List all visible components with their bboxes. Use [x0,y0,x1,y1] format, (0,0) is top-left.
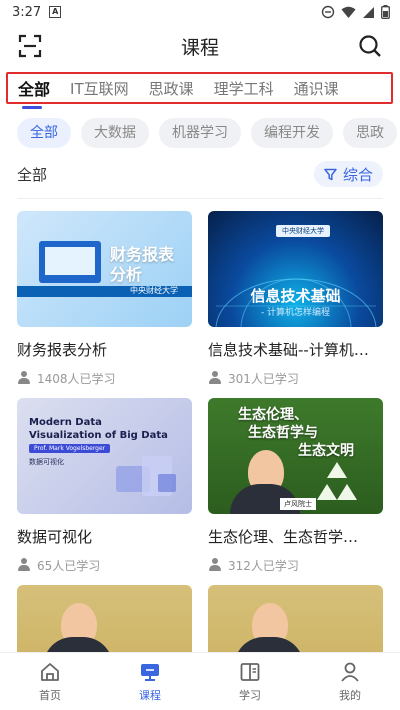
thumbnail-title: 财务报表 分析 [109,245,174,284]
nav-home[interactable]: 首页 [0,653,100,710]
category-tabs-area: 全部 IT互联网 思政课 理学工科 通识课 [0,72,400,109]
page-title: 课程 [180,36,219,59]
person-icon [17,558,31,572]
course-title: 生态伦理、生态哲学… [208,528,359,546]
chip-big-data[interactable]: 大数据 [81,118,149,148]
wifi-icon [341,6,356,18]
tab-science-engineering[interactable]: 理学工科 [204,78,284,99]
thumbnail-title: Modern Data Visualization of Big Data [29,417,168,441]
data-cubes-illustration [116,456,176,496]
subcategory-chips: 全部 大数据 机器学习 编程开发 思政 [0,106,400,148]
course-thumbnail: Modern Data Visualization of Big Data Pr… [17,398,192,514]
recycle-icon [317,462,357,500]
signal-icon [363,6,374,18]
course-icon [141,663,159,681]
nav-study-label: 学习 [239,688,261,702]
course-thumbnail [208,585,383,652]
lecturer-suit [43,637,113,652]
thumbnail-subtitle: 数据可视化 [29,458,64,466]
battery-icon [381,5,390,19]
thumbnail-lecturer-tag: 卢风院士 [280,498,316,510]
thumbnail-title: 信息技术基础 [250,287,341,305]
person-icon [17,371,31,385]
category-tabs: 全部 IT互联网 思政课 理学工科 通识课 [6,72,393,104]
learner-count: 301人已学习 [208,368,383,388]
bottom-nav: 首页 课程 学习 我的 [0,652,400,710]
chip-ideology[interactable]: 思政 [343,118,397,148]
lecturer-suit [234,637,304,652]
chip-all[interactable]: 全部 [17,118,71,148]
thumbnail-author: Prof. Mark Vogelsberger [29,444,111,453]
nav-course-label: 课程 [139,688,161,702]
course-card[interactable] [208,585,383,652]
course-thumbnail: 财务报表 分析 中央财经大学 [17,211,192,327]
header-bar: 课程 [0,24,400,68]
course-title: 财务报表分析 [17,341,108,359]
course-grid: 财务报表 分析 中央财经大学 财务报表分析 1408人已学习 中央财经大学 信息… [0,199,400,652]
chip-programming[interactable]: 编程开发 [251,118,333,148]
monitor-illustration [39,241,101,283]
thumbnail-subtitle: - 计算机怎样编程 [260,308,331,318]
course-thumbnail: 中央财经大学 信息技术基础 - 计算机怎样编程 [208,211,383,327]
course-card[interactable] [17,585,192,652]
learner-count: 312人已学习 [208,555,383,575]
nav-me[interactable]: 我的 [300,653,400,710]
main-content: 3:27 A 课程 全部 IT互联网 思政课 理学工科 通识课 全部 大数据 机… [0,0,400,652]
course-card[interactable]: Modern Data Visualization of Big Data Pr… [17,398,192,575]
nav-me-label: 我的 [339,688,361,702]
book-icon [240,662,260,681]
person-icon [208,558,222,572]
thumbnail-university: 中央财经大学 [276,225,330,237]
scan-icon[interactable] [18,34,42,58]
tab-all[interactable]: 全部 [8,76,60,100]
learner-count: 65人已学习 [17,555,192,575]
course-card[interactable]: 财务报表 分析 中央财经大学 财务报表分析 1408人已学习 [17,211,192,388]
dnd-icon [321,5,335,19]
active-tab-indicator [22,106,42,109]
status-time: 3:27 [12,4,42,20]
person-icon [341,662,359,682]
sort-button[interactable]: 综合 [313,161,383,187]
course-title: 信息技术基础--计算机… [208,341,369,359]
course-title: 数据可视化 [17,528,93,546]
thumbnail-title: 生态伦理、 生态哲学与 生态文明 [238,407,354,459]
tab-ideology[interactable]: 思政课 [139,78,204,99]
person-icon [208,371,222,385]
nav-course[interactable]: 课程 [100,653,200,710]
filter-row: 全部 综合 [0,148,400,190]
chip-machine-learning[interactable]: 机器学习 [159,118,241,148]
course-card[interactable]: 生态伦理、 生态哲学与 生态文明 卢风院士 生态伦理、生态哲学… 312人已学习 [208,398,383,575]
status-a-icon: A [49,6,62,18]
tab-general[interactable]: 通识课 [284,78,349,99]
course-thumbnail [17,585,192,652]
filter-label: 全部 [17,165,48,184]
learner-count: 1408人已学习 [17,368,192,388]
course-card[interactable]: 中央财经大学 信息技术基础 - 计算机怎样编程 信息技术基础--计算机… 301… [208,211,383,388]
filter-icon [324,168,337,180]
home-icon [41,662,59,681]
thumbnail-university: 中央财经大学 [130,286,178,295]
tab-it-internet[interactable]: IT互联网 [60,78,139,99]
nav-study[interactable]: 学习 [200,653,300,710]
sort-label: 综合 [342,165,373,184]
status-bar: 3:27 A [0,0,400,24]
course-thumbnail: 生态伦理、 生态哲学与 生态文明 卢风院士 [208,398,383,514]
search-icon[interactable] [358,34,382,58]
nav-home-label: 首页 [39,688,61,702]
